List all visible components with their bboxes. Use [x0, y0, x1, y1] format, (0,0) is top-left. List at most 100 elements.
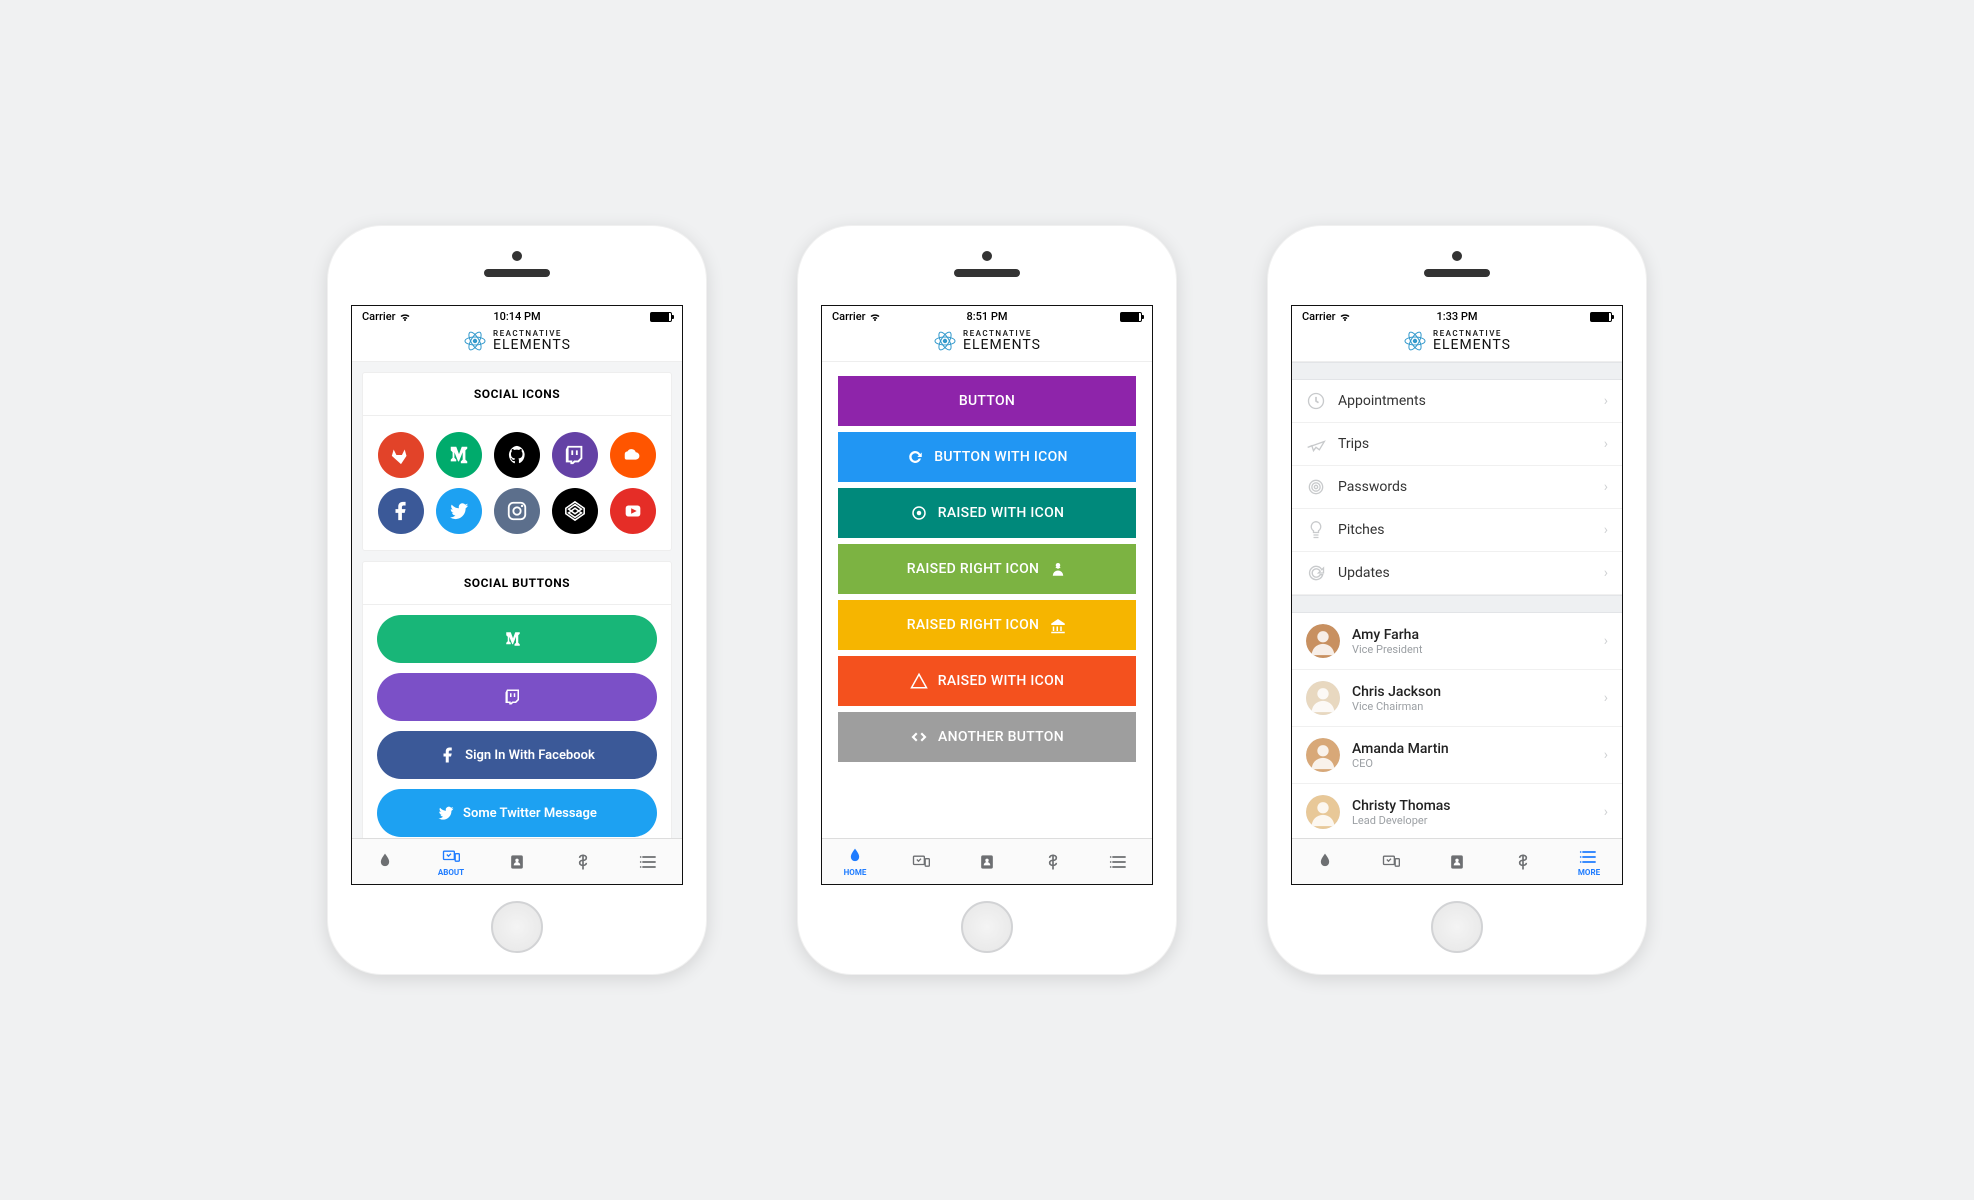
- button-label: RAISED RIGHT ICON: [907, 561, 1040, 577]
- soundcloud-icon[interactable]: [610, 432, 656, 478]
- home-button[interactable]: [491, 901, 543, 953]
- facebook-icon: [439, 746, 457, 764]
- twitch-icon: [504, 688, 522, 706]
- social-button-twitter[interactable]: Some Twitter Message: [377, 789, 657, 837]
- row-label: Passwords: [1338, 479, 1592, 495]
- avatar: [1306, 738, 1340, 772]
- tab-4[interactable]: [616, 839, 682, 884]
- social-buttons-card: SOCIAL BUTTONS Sign In With Facebook Som…: [362, 561, 672, 838]
- tab-3[interactable]: [550, 839, 616, 884]
- tab-0[interactable]: HOME: [822, 839, 888, 884]
- carrier-label: Carrier: [1302, 310, 1335, 323]
- raised-button-0[interactable]: BUTTON: [838, 376, 1136, 426]
- avatar: [1306, 681, 1340, 715]
- tab-4[interactable]: MORE: [1556, 839, 1622, 884]
- tab-3[interactable]: [1020, 839, 1086, 884]
- app-header: REACTNATIVEELEMENTS: [822, 325, 1152, 362]
- gitlab-icon[interactable]: [378, 432, 424, 478]
- tab-bar: HOME: [822, 838, 1152, 884]
- tab-0[interactable]: [1292, 839, 1358, 884]
- twitch-icon[interactable]: [552, 432, 598, 478]
- youtube-icon[interactable]: [610, 488, 656, 534]
- tab-icon-4: [1109, 852, 1129, 872]
- tab-2[interactable]: [484, 839, 550, 884]
- content-area: SOCIAL ICONS SOCIAL BUTTONS Sign In With…: [352, 362, 682, 838]
- carrier-label: Carrier: [362, 310, 395, 323]
- raised-button-1[interactable]: BUTTON WITH ICON: [838, 432, 1136, 482]
- raised-button-2[interactable]: RAISED WITH ICON: [838, 488, 1136, 538]
- wifi-icon: [399, 311, 411, 323]
- raised-button-3[interactable]: RAISED RIGHT ICON: [838, 544, 1136, 594]
- button-label: Sign In With Facebook: [465, 748, 595, 763]
- person-row[interactable]: Chris Jackson Vice Chairman ›: [1292, 670, 1622, 727]
- button-label: RAISED WITH ICON: [938, 505, 1065, 521]
- social-button-twitch[interactable]: [377, 673, 657, 721]
- row-label: Appointments: [1338, 393, 1592, 409]
- list-row-pitches[interactable]: Pitches ›: [1292, 509, 1622, 552]
- section-header: [1292, 362, 1622, 380]
- tab-icon-0: [1315, 852, 1335, 872]
- chevron-right-icon: ›: [1604, 747, 1608, 763]
- warn-icon: [910, 672, 928, 690]
- home-button[interactable]: [1431, 901, 1483, 953]
- social-icons-title: SOCIAL ICONS: [363, 373, 671, 416]
- tab-0[interactable]: [352, 839, 418, 884]
- bank-icon: [1049, 616, 1067, 634]
- social-button-medium[interactable]: [377, 615, 657, 663]
- tab-1[interactable]: ABOUT: [418, 839, 484, 884]
- tab-icon-2: [507, 852, 527, 872]
- list-row-appointments[interactable]: Appointments ›: [1292, 380, 1622, 423]
- home-button[interactable]: [961, 901, 1013, 953]
- row-label: Pitches: [1338, 522, 1592, 538]
- social-button-facebook[interactable]: Sign In With Facebook: [377, 731, 657, 779]
- instagram-icon[interactable]: [494, 488, 540, 534]
- status-bar: Carrier 10:14 PM: [352, 306, 682, 325]
- tab-1[interactable]: [1358, 839, 1424, 884]
- person-role: Vice Chairman: [1352, 700, 1592, 713]
- tab-icon-2: [977, 852, 997, 872]
- screen: Carrier 10:14 PM REACTNATIVEELEMENTS SOC…: [351, 305, 683, 885]
- clock: 10:14 PM: [493, 310, 540, 323]
- tab-4[interactable]: [1086, 839, 1152, 884]
- list-row-passwords[interactable]: Passwords ›: [1292, 466, 1622, 509]
- person-role: Vice President: [1352, 643, 1592, 656]
- codepen-icon[interactable]: [552, 488, 598, 534]
- raised-button-6[interactable]: ANOTHER BUTTON: [838, 712, 1136, 762]
- tab-icon-1: [1381, 852, 1401, 872]
- content-area: Appointments › Trips › Passwords › Pitch…: [1292, 362, 1622, 838]
- battery-icon: [1120, 312, 1142, 322]
- social-icons-card: SOCIAL ICONS: [362, 372, 672, 551]
- clock-icon: [1306, 391, 1326, 411]
- person-role: Lead Developer: [1352, 814, 1592, 827]
- button-label: RAISED WITH ICON: [938, 673, 1065, 689]
- tab-3[interactable]: [1490, 839, 1556, 884]
- tab-1[interactable]: [888, 839, 954, 884]
- github-icon[interactable]: [494, 432, 540, 478]
- facebook-icon[interactable]: [378, 488, 424, 534]
- brand-large: ELEMENTS: [1433, 338, 1511, 352]
- status-bar: Carrier 1:33 PM: [1292, 306, 1622, 325]
- screen: Carrier 1:33 PM REACTNATIVEELEMENTS Appo…: [1291, 305, 1623, 885]
- tab-icon-3: [1043, 852, 1063, 872]
- person-row[interactable]: Christy Thomas Lead Developer ›: [1292, 784, 1622, 838]
- list-row-updates[interactable]: Updates ›: [1292, 552, 1622, 595]
- raised-button-4[interactable]: RAISED RIGHT ICON: [838, 600, 1136, 650]
- tab-icon-2: [1447, 852, 1467, 872]
- tab-icon-1: [911, 852, 931, 872]
- person-row[interactable]: Amy Farha Vice President ›: [1292, 613, 1622, 670]
- medium-icon: [504, 630, 522, 648]
- person-row[interactable]: Amanda Martin CEO ›: [1292, 727, 1622, 784]
- medium-icon[interactable]: [436, 432, 482, 478]
- tab-2[interactable]: [1424, 839, 1490, 884]
- twitter-icon[interactable]: [436, 488, 482, 534]
- raised-button-5[interactable]: RAISED WITH ICON: [838, 656, 1136, 706]
- chevron-right-icon: ›: [1604, 393, 1608, 409]
- list-row-trips[interactable]: Trips ›: [1292, 423, 1622, 466]
- tab-icon-0: [845, 847, 865, 867]
- twitter-icon: [437, 804, 455, 822]
- tab-2[interactable]: [954, 839, 1020, 884]
- content-area: BUTTON BUTTON WITH ICON RAISED WITH ICON RA…: [822, 362, 1152, 838]
- tab-label: ABOUT: [438, 868, 464, 877]
- tab-icon-0: [375, 852, 395, 872]
- tab-icon-1: [441, 847, 461, 867]
